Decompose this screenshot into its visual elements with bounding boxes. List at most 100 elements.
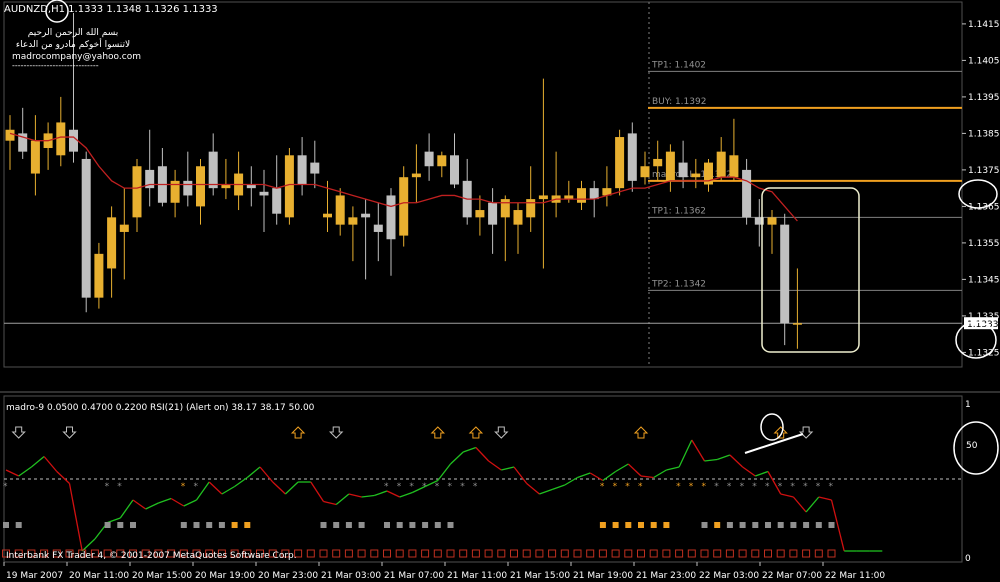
signal-star-marker: *	[422, 482, 427, 492]
price-level-label-buy: BUY: 1.1392	[652, 97, 706, 107]
annotation-box-breakdown	[761, 187, 860, 353]
candle-body	[81, 158, 91, 298]
signal-square-marker	[434, 522, 441, 528]
signal-square-marker	[130, 522, 136, 528]
candle-body	[729, 155, 739, 178]
signal-hollow-marker	[510, 549, 518, 558]
signal-star-marker: *	[409, 482, 414, 492]
note-rule: ------------------------------	[12, 61, 99, 70]
signal-star-marker: *	[778, 482, 783, 492]
signal-hollow-marker	[560, 549, 569, 558]
signal-hollow-marker	[738, 549, 747, 558]
signal-hollow-marker	[662, 549, 671, 558]
indicator-panel-frame	[3, 395, 963, 563]
candle-body	[272, 188, 282, 214]
candle-body	[589, 188, 599, 200]
signal-square-marker	[726, 522, 733, 528]
signal-square-marker	[104, 522, 111, 528]
candle-body	[208, 151, 218, 189]
signal-hollow-marker	[802, 549, 811, 558]
signal-star-marker: *	[816, 482, 821, 492]
candle-body	[323, 213, 332, 218]
signal-star-marker: *	[460, 482, 465, 492]
signal-square-marker	[447, 522, 454, 528]
indicator-title: madro-9 0.0500 0.4700 0.2200 RSI(21) (Al…	[6, 403, 315, 413]
y-axis-tick-label: 1.1345	[968, 275, 1000, 285]
signal-hollow-marker	[370, 549, 379, 558]
signal-square-marker	[828, 522, 835, 528]
signal-hollow-marker	[395, 549, 404, 558]
candle-body	[577, 188, 586, 203]
candle-body	[107, 217, 117, 269]
candle-body	[513, 210, 523, 225]
rsi-segment	[640, 475, 654, 479]
x-axis-tick-label: 20 Mar 23:00	[258, 571, 318, 581]
candle-body	[284, 155, 294, 218]
signal-square-marker	[218, 522, 225, 528]
rsi-segment	[475, 447, 490, 462]
rsi-segment	[577, 472, 591, 479]
rsi-segment	[43, 456, 58, 472]
candle-body	[653, 158, 663, 167]
signal-arrow-up-icon	[633, 426, 649, 439]
signal-hollow-marker	[751, 549, 760, 558]
signal-arrow-up-icon	[773, 426, 788, 439]
y-axis-tick-label: 1.1355	[968, 239, 1000, 249]
signal-hollow-marker	[535, 549, 544, 558]
signal-star-marker: *	[740, 482, 745, 492]
signal-star-marker: *	[702, 482, 707, 492]
candle-body	[678, 162, 688, 178]
signal-hollow-marker	[573, 549, 582, 558]
candle-body	[627, 133, 637, 181]
rsi-segment	[399, 491, 413, 498]
rsi-segment	[450, 451, 464, 465]
candle-body	[183, 180, 193, 196]
rsi-segment	[462, 446, 477, 453]
rsi-segment	[107, 517, 121, 524]
signal-square-marker	[231, 522, 238, 528]
candle-body	[742, 169, 752, 218]
rsi-segment	[818, 496, 832, 501]
signal-hollow-marker	[764, 549, 772, 558]
signal-square-marker	[599, 522, 606, 528]
rsi-segment	[208, 481, 223, 495]
signal-arrow-down-icon	[494, 426, 509, 439]
trading-chart-window: 1.1415 1.1405 1.1395 1.1385 1.1375 1.1365 1.13…	[0, 0, 1000, 582]
signal-square-marker	[701, 522, 708, 528]
chart-header: AUDNZD,H1 1.1333 1.1348 1.1326 1.1333	[4, 4, 218, 15]
price-chart[interactable]: 1.14151.14051.13951.13851.13751.13651.13…	[0, 0, 1000, 582]
ohlc-readout: 1.1333 1.1348 1.1326 1.1333	[68, 4, 218, 15]
x-axis-tick-label: 20 Mar 19:00	[195, 571, 255, 581]
x-axis-tick-label: 20 Mar 15:00	[132, 571, 192, 581]
rsi-segment	[526, 482, 540, 495]
signal-hollow-marker	[713, 549, 722, 558]
signal-hollow-marker	[776, 549, 785, 558]
rsi-segment	[501, 466, 515, 471]
signal-hollow-marker	[433, 549, 442, 558]
candle-body	[424, 151, 434, 167]
signal-square-marker	[803, 522, 810, 528]
signal-square-marker	[384, 522, 390, 528]
signal-square-marker	[193, 522, 200, 528]
candle-body	[69, 129, 78, 152]
y-axis-tick-label: 1.1415	[968, 20, 1000, 30]
candle-body	[475, 210, 485, 218]
candle-body	[780, 224, 790, 324]
rsi-segment	[284, 481, 299, 495]
rsi-segment	[780, 493, 794, 498]
candle-body	[691, 173, 701, 178]
candle-body	[399, 177, 409, 236]
x-axis-tick-label: 20 Mar 11:00	[69, 571, 129, 581]
signal-square-marker	[625, 522, 632, 528]
rsi-segment	[68, 483, 83, 552]
x-axis-tick-label: 22 Mar 03:00	[699, 571, 759, 581]
signal-hollow-marker	[789, 549, 798, 558]
rsi-segment	[195, 481, 210, 501]
candle-body	[30, 140, 40, 174]
signal-square-marker	[409, 522, 416, 528]
rsi-segment	[716, 454, 731, 461]
rsi-segment	[272, 481, 286, 495]
signal-hollow-marker	[421, 549, 430, 558]
x-axis-tick-label: 21 Mar 07:00	[384, 571, 444, 581]
signal-square-marker	[3, 522, 9, 528]
